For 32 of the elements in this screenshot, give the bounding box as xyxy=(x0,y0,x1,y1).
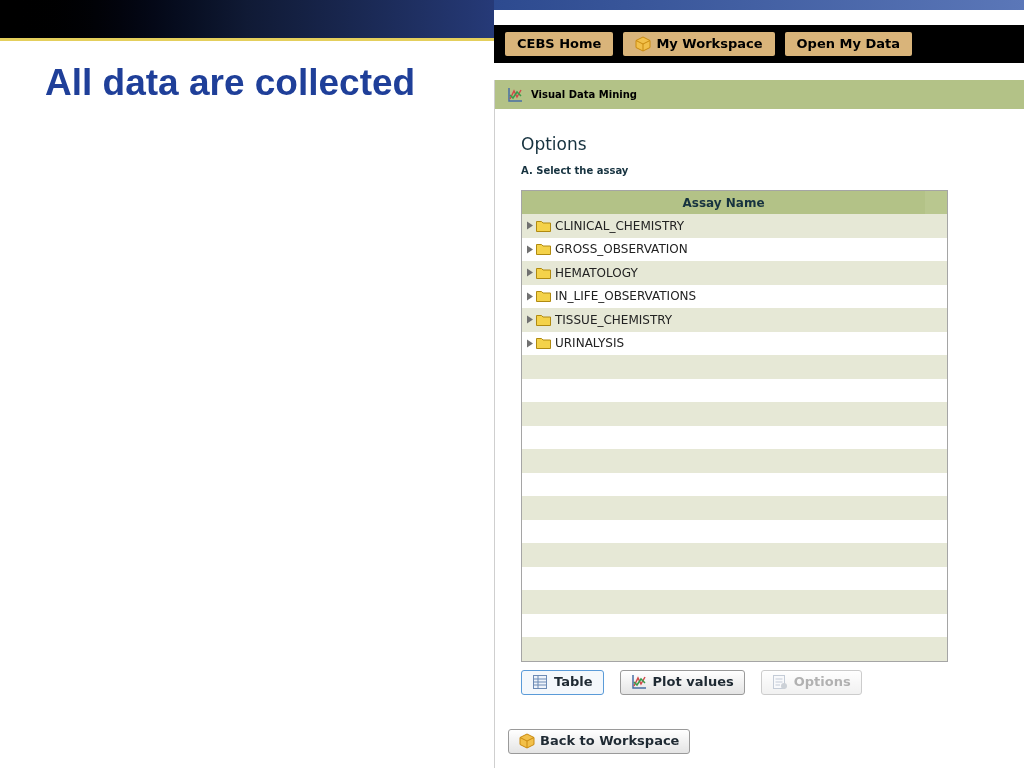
column-header[interactable]: Assay Name xyxy=(522,191,947,214)
panel-title: Visual Data Mining xyxy=(531,88,637,102)
cube-icon xyxy=(635,36,652,52)
folder-icon xyxy=(536,219,551,232)
expand-arrow-icon xyxy=(526,268,534,278)
slide-title: All data are collected xyxy=(45,61,417,105)
folder-icon xyxy=(536,337,551,350)
options-heading: Options xyxy=(521,133,588,155)
expand-arrow-icon xyxy=(526,244,534,254)
view-button[interactable]: Plot values xyxy=(619,669,745,695)
view-button[interactable]: Table xyxy=(521,669,604,695)
expand-arrow-icon xyxy=(526,291,534,301)
folder-icon xyxy=(536,290,551,303)
nav-button[interactable]: CEBS Home xyxy=(505,32,614,56)
tree-row[interactable]: HEMATOLOGY xyxy=(522,261,947,285)
cube-icon xyxy=(519,733,535,749)
expand-arrow-icon xyxy=(526,221,534,231)
folder-icon xyxy=(536,313,551,326)
folder-icon xyxy=(536,243,551,256)
expand-arrow-icon xyxy=(526,315,534,325)
nav-button[interactable]: My Workspace xyxy=(623,32,775,56)
table-icon xyxy=(532,674,548,690)
back-button[interactable]: Back to Workspace xyxy=(508,728,691,754)
step-label: A. Select the assay xyxy=(521,164,630,178)
folder-icon xyxy=(536,266,551,279)
nav-button[interactable]: Open My Data xyxy=(784,32,912,56)
chart-icon xyxy=(630,674,647,690)
tree-row[interactable]: TISSUE_CHEMISTRY xyxy=(522,308,947,332)
form-gear-icon xyxy=(771,674,788,690)
expand-arrow-icon xyxy=(526,338,534,348)
chart-icon xyxy=(507,86,523,103)
tree-row[interactable]: CLINICAL_CHEMISTRY xyxy=(522,214,947,238)
